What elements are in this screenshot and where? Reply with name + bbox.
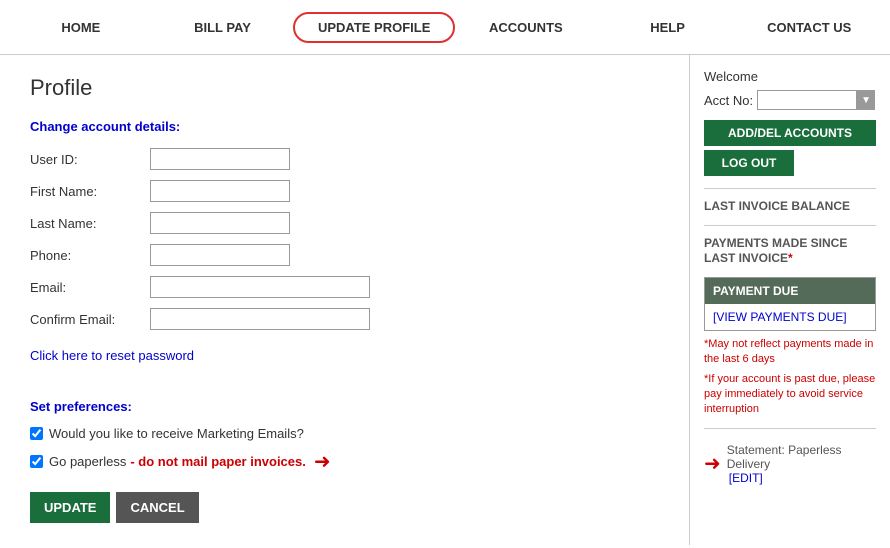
- confirm-email-input[interactable]: [150, 308, 370, 330]
- nav-bill-pay[interactable]: BILL PAY: [152, 12, 294, 43]
- confirm-email-label: Confirm Email:: [30, 312, 150, 327]
- view-payments-link[interactable]: [VIEW PAYMENTS DUE]: [705, 304, 875, 330]
- reset-password-link[interactable]: Click here to reset password: [30, 348, 194, 363]
- payments-label: PAYMENTS MADE SINCE LAST INVOICE*: [704, 236, 876, 267]
- first-name-input[interactable]: [150, 180, 290, 202]
- divider-3: [704, 428, 876, 429]
- confirm-email-row: Confirm Email:: [30, 308, 659, 330]
- last-invoice-label: LAST INVOICE BALANCE: [704, 199, 876, 215]
- phone-label: Phone:: [30, 248, 150, 263]
- phone-input[interactable]: [150, 244, 290, 266]
- add-del-accounts-button[interactable]: ADD/DEL ACCOUNTS: [704, 120, 876, 146]
- marketing-emails-checkbox[interactable]: [30, 427, 43, 440]
- navigation: HOME BILL PAY UPDATE PROFILE ACCOUNTS HE…: [0, 0, 890, 55]
- paperless-checkbox[interactable]: [30, 455, 43, 468]
- arrow-right-icon: ➜: [314, 449, 331, 474]
- statement-text: Statement: Paperless Delivery: [727, 443, 842, 471]
- email-label: Email:: [30, 280, 150, 295]
- statement-row: ➜ Statement: Paperless Delivery [EDIT]: [704, 443, 876, 485]
- action-buttons: UPDATE CANCEL: [30, 492, 659, 523]
- divider-2: [704, 225, 876, 226]
- main-layout: Profile Change account details: User ID:…: [0, 55, 890, 545]
- bottom-arrow-icon: ➜: [704, 451, 721, 476]
- nav-update-profile[interactable]: UPDATE PROFILE: [293, 12, 455, 43]
- user-id-input[interactable]: [150, 148, 290, 170]
- cancel-button[interactable]: CANCEL: [116, 492, 198, 523]
- acct-label: Acct No:: [704, 93, 753, 108]
- nav-contact-us[interactable]: CONTACT US: [738, 12, 880, 43]
- payment-due-header: PAYMENT DUE: [705, 278, 875, 304]
- last-name-row: Last Name:: [30, 212, 659, 234]
- update-button[interactable]: UPDATE: [30, 492, 110, 523]
- paperless-note: - do not mail paper invoices.: [130, 454, 306, 469]
- nav-accounts[interactable]: ACCOUNTS: [455, 12, 597, 43]
- paperless-label: Go paperless: [49, 454, 126, 469]
- note-2: *If your account is past due, please pay…: [704, 372, 876, 418]
- welcome-text: Welcome: [704, 69, 876, 84]
- user-id-label: User ID:: [30, 152, 150, 167]
- page-title: Profile: [30, 75, 659, 101]
- email-input[interactable]: [150, 276, 370, 298]
- divider-1: [704, 188, 876, 189]
- payment-due-box: PAYMENT DUE [VIEW PAYMENTS DUE]: [704, 277, 876, 331]
- statement-edit-link[interactable]: [EDIT]: [729, 471, 763, 485]
- acct-no-input[interactable]: [757, 90, 857, 110]
- change-account-heading: Change account details:: [30, 119, 659, 134]
- marketing-emails-label: Would you like to receive Marketing Emai…: [49, 426, 304, 441]
- paperless-row: Go paperless - do not mail paper invoice…: [30, 449, 659, 474]
- marketing-emails-row: Would you like to receive Marketing Emai…: [30, 426, 659, 441]
- last-name-input[interactable]: [150, 212, 290, 234]
- prefs-heading: Set preferences:: [30, 399, 659, 414]
- email-row: Email:: [30, 276, 659, 298]
- nav-help[interactable]: HELP: [597, 12, 739, 43]
- left-panel: Profile Change account details: User ID:…: [0, 55, 690, 545]
- last-name-label: Last Name:: [30, 216, 150, 231]
- logout-button[interactable]: LOG OUT: [704, 150, 794, 176]
- first-name-row: First Name:: [30, 180, 659, 202]
- first-name-label: First Name:: [30, 184, 150, 199]
- right-panel: Welcome Acct No: ▼ ADD/DEL ACCOUNTS LOG …: [690, 55, 890, 545]
- acct-row: Acct No: ▼: [704, 90, 876, 110]
- nav-home[interactable]: HOME: [10, 12, 152, 43]
- user-id-row: User ID:: [30, 148, 659, 170]
- phone-row: Phone:: [30, 244, 659, 266]
- acct-select-button[interactable]: ▼: [857, 90, 875, 110]
- note-1: *May not reflect payments made in the la…: [704, 337, 876, 368]
